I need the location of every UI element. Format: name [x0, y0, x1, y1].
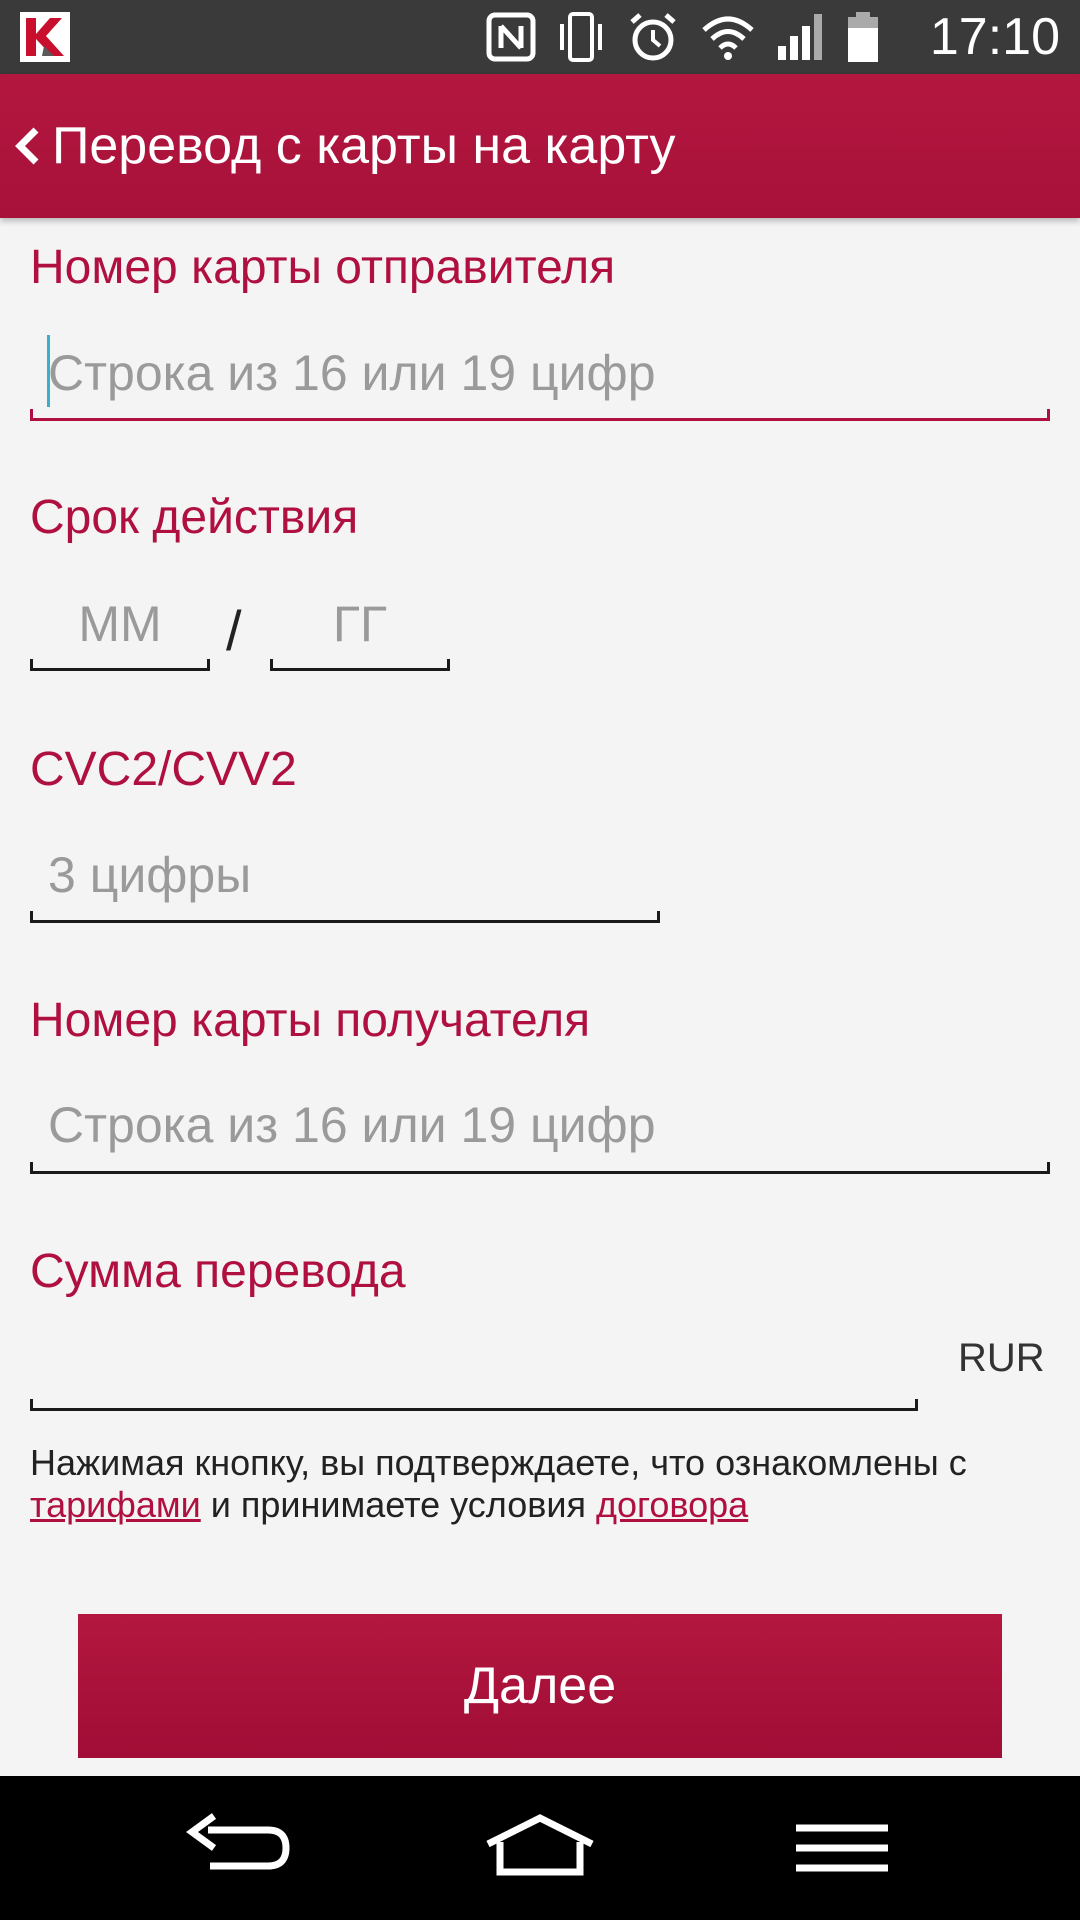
vibrate-icon	[560, 12, 602, 62]
text-cursor	[47, 335, 50, 407]
terms-middle: и принимаете условия	[200, 1484, 596, 1525]
menu-icon[interactable]	[782, 1808, 902, 1888]
amount-input[interactable]	[30, 1320, 918, 1406]
next-button[interactable]: Далее	[78, 1614, 1002, 1758]
status-icons	[486, 8, 880, 66]
clock: 17:10	[929, 8, 1060, 66]
cvc-label: CVC2/CVV2	[30, 743, 297, 796]
back-chevron-icon[interactable]	[12, 124, 42, 168]
kaspersky-icon	[20, 12, 70, 62]
cvc-input[interactable]	[30, 832, 660, 918]
recipient-card-label: Номер карты получателя	[30, 994, 591, 1047]
app-bar: Перевод с карты на карту	[0, 74, 1080, 218]
page-title: Перевод с карты на карту	[52, 117, 676, 175]
expiry-month-underline	[30, 659, 210, 671]
terms-text: Нажимая кнопку, вы подтверждаете, что оз…	[30, 1442, 1050, 1526]
expiry-separator: /	[226, 599, 242, 662]
cvc-underline	[30, 911, 660, 923]
terms-prefix: Нажимая кнопку, вы подтверждаете, что оз…	[30, 1442, 967, 1483]
recipient-card-underline	[30, 1162, 1050, 1174]
sender-card-label: Номер карты отправителя	[30, 241, 616, 294]
currency-label: RUR	[958, 1336, 1045, 1380]
sender-card-input[interactable]	[30, 328, 1050, 418]
status-bar: 17:10	[0, 0, 1080, 74]
alarm-icon	[630, 13, 676, 61]
contract-link[interactable]: договора	[596, 1484, 748, 1525]
amount-label: Сумма перевода	[30, 1245, 406, 1298]
expiry-year-underline	[270, 659, 450, 671]
wifi-icon	[702, 16, 754, 60]
tariffs-link[interactable]: тарифами	[30, 1484, 201, 1525]
navigation-bar	[0, 1776, 1080, 1920]
expiry-month-input[interactable]	[30, 584, 210, 664]
recipient-card-input[interactable]	[30, 1080, 1050, 1170]
battery-icon	[848, 12, 878, 62]
expiry-label: Срок действия	[30, 491, 359, 544]
expiry-year-input[interactable]	[270, 584, 450, 664]
signal-icon	[778, 14, 822, 60]
back-icon[interactable]	[178, 1808, 298, 1888]
home-icon[interactable]	[480, 1808, 600, 1888]
amount-underline	[30, 1399, 918, 1411]
sender-card-underline	[30, 409, 1050, 421]
nfc-icon	[486, 12, 536, 62]
